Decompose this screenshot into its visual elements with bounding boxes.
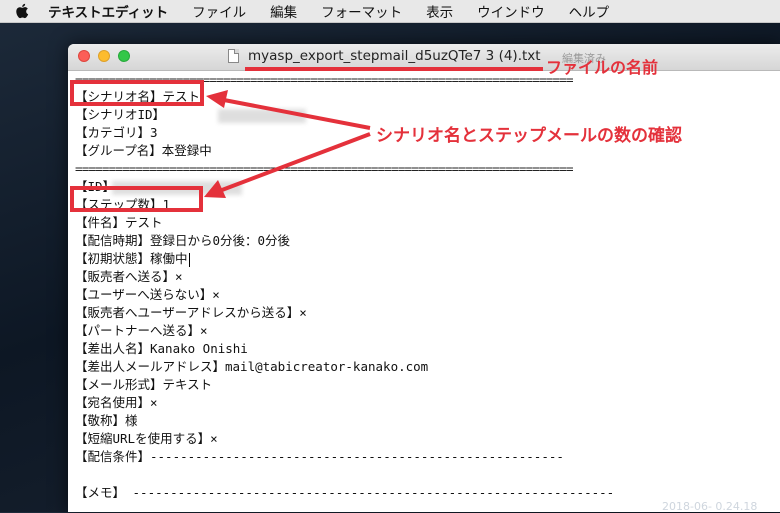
- annotation-arrows: [204, 90, 371, 198]
- desktop-timestamp: 2018-06- 0.24.18: [662, 500, 758, 513]
- scenario-check-annotation: シナリオ名とステップメールの数の確認: [376, 126, 682, 146]
